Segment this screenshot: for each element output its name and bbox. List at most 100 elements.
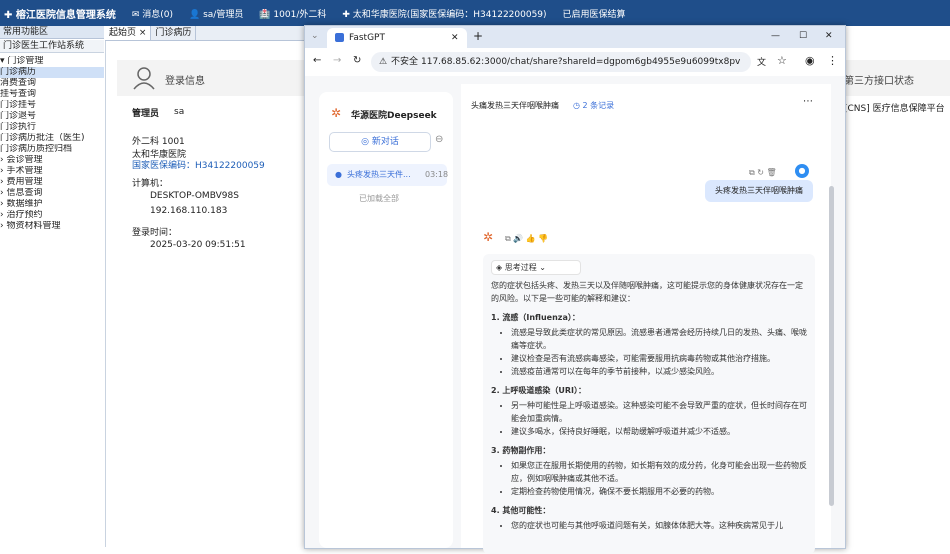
thinking-toggle[interactable]: ◈ 思考过程 ⌄: [491, 260, 581, 275]
record-count: 2 条记录: [582, 101, 615, 110]
history-item-title: 头疼发热三天件...: [347, 170, 411, 179]
computer-label: 计算机：: [132, 179, 169, 189]
host-tab-bar: 起始页 × 门诊病历: [105, 26, 305, 41]
browser-tab[interactable]: FastGPT ✕: [327, 28, 467, 48]
tree-node-record-annotation[interactable]: 门诊病历批注（医生): [0, 133, 104, 144]
section-list: 如果您正在服用长期使用的药物，如长期有效的成分药，化身可能会出现一些药物反应，例…: [491, 459, 807, 498]
admin-label: 管理员: [132, 109, 160, 119]
record-count-badge[interactable]: ◷ 2 条记录: [573, 100, 614, 111]
section-item: 建议多喝水，保持良好睡眠，以帮助缓解呼吸道并减少不适感。: [511, 425, 807, 438]
more-menu-icon[interactable]: ⋮: [827, 54, 838, 67]
tree-node-consumption-query[interactable]: 消费查询: [0, 78, 104, 89]
window-close-button[interactable]: ✕: [825, 31, 833, 41]
third-party-title: 第三方接口状态: [844, 76, 914, 87]
tree-node-cancel-registration[interactable]: 门诊退号: [0, 111, 104, 122]
tree-node-outpatient[interactable]: ▾ 门诊管理: [0, 56, 104, 67]
chat-scrollbar[interactable]: [829, 186, 834, 506]
section-item: 流感是导致此类症状的常见原因。流感患者通常会经历持续几日的发热、头痛、喉咙痛等症…: [511, 326, 807, 352]
section-title: 4. 其他可能性：: [491, 506, 551, 515]
ip-address: 192.168.110.183: [150, 206, 228, 216]
clock-icon: ◷: [573, 101, 583, 110]
top-item-messages[interactable]: ✉ 消息(0): [132, 7, 173, 20]
conversation-menu-icon[interactable]: ⋯: [803, 96, 813, 107]
tree-node-execution[interactable]: 门诊执行: [0, 122, 104, 133]
third-party-header: 第三方接口状态: [840, 60, 950, 96]
ai-avatar-icon: ✲: [483, 230, 494, 244]
history-item-time: 03:18: [425, 170, 449, 179]
tab-close-icon[interactable]: ✕: [451, 28, 459, 48]
user-icon: [133, 67, 155, 90]
section-item: 如果您正在服用长期使用的药物，如长期有效的成分药，化身可能会出现一些药物反应，例…: [511, 459, 807, 485]
chat-sidebar: ✲ 华源医院Deepseek ◎ 新对话 ⊖ ● 头疼发热三天件... 03:1…: [319, 92, 453, 548]
tree-node-registration[interactable]: 门诊挂号: [0, 100, 104, 111]
translate-icon[interactable]: 文: [757, 55, 766, 68]
new-chat-button[interactable]: ◎ 新对话: [329, 132, 431, 152]
new-tab-plus-icon[interactable]: +: [473, 29, 483, 43]
warning-icon[interactable]: ⚠: [379, 52, 387, 72]
section-title: 1. 流感（Influenza）：: [491, 313, 580, 322]
section-item: 建议检查是否有流感病毒感染，可能需要服用抗病毒药物或其他治疗措施。: [511, 352, 807, 365]
user-avatar-icon: ●: [795, 164, 809, 178]
top-item-insurance-status: 已启用医保结算: [562, 9, 626, 20]
back-arrow-icon[interactable]: ←: [313, 55, 321, 66]
copy-icon[interactable]: ⧉ ↻ 🗑: [749, 168, 777, 178]
login-info-title: 登录信息: [165, 76, 205, 87]
thinking-chevron-icon: ⌄: [536, 263, 546, 272]
tree-node-fees[interactable]: › 费用管理: [0, 177, 104, 188]
tab-outpatient-record[interactable]: 门诊病历: [151, 26, 197, 40]
fastgpt-content: ✲ 华源医院Deepseek ◎ 新对话 ⊖ ● 头疼发热三天件... 03:1…: [305, 76, 845, 554]
section-item: 定期检查药物使用情况，确保不要长期服用不必要的药物。: [511, 485, 807, 498]
user-message-bubble: 头疼发热三天伴咽喉肿痛: [705, 180, 813, 202]
browser-tab-bar: ⌄ FastGPT ✕ + — ☐ ✕: [305, 26, 845, 48]
ai-answer-block: ◈ 思考过程 ⌄ 您的症状包括头疼、发热三天以及伴随咽喉肿痛，这可能提示您的身体…: [483, 254, 815, 554]
bookmark-star-icon[interactable]: ☆: [777, 54, 787, 67]
answer-actions-icon[interactable]: ⧉ 🔊 👍 👎: [505, 234, 548, 244]
thinking-label: 思考过程: [504, 263, 537, 272]
section-list: 您的症状也可能与其他呼吸道问题有关，如腺体体肥大等。这种疾病常见于儿: [491, 519, 807, 532]
tree-node-registration-query[interactable]: 挂号查询: [0, 89, 104, 100]
deepseek-logo-icon: ✲: [331, 106, 342, 120]
history-item[interactable]: ● 头疼发热三天件... 03:18: [327, 164, 449, 186]
chat-panel: 头痛发热三天伴咽喉肿痛 ◷ 2 条记录 ⋯ ⧉ ↻ 🗑 ● 头疼发热三天伴咽喉肿…: [461, 84, 831, 554]
tree-node-data-maintenance[interactable]: › 数据维护: [0, 199, 104, 210]
window-maximize-button[interactable]: ☐: [799, 31, 807, 41]
login-time: 2025-03-20 09:51:51: [150, 240, 246, 250]
tree-node-info-query[interactable]: › 信息查询: [0, 188, 104, 199]
tab-list-chevron-icon[interactable]: ⌄: [311, 31, 319, 41]
left-panel-system[interactable]: 门诊医生工作站系统: [0, 40, 104, 53]
clear-history-icon[interactable]: ⊖: [435, 134, 443, 145]
chat-app-name: 华源医院Deepseek: [351, 111, 437, 121]
browser-tab-title: FastGPT: [349, 33, 385, 43]
section-item: 流感疫苗通常可以在每年的季节前接种，以减少感染风险。: [511, 365, 807, 378]
chat-bubble-icon: ◎: [361, 137, 372, 147]
section-item: 另一种可能性是上呼吸道感染。这种感染可能不会导致严重的症状，但长时间存在可能会加…: [511, 399, 807, 425]
top-item-dept[interactable]: 🏥 1001/外二科: [259, 7, 326, 20]
top-item-user[interactable]: 👤 sa/管理员: [189, 7, 243, 20]
login-time-label: 登录时间：: [132, 228, 178, 238]
url-field[interactable]: ⚠ 不安全 117.68.85.62:3000/chat/share?share…: [371, 52, 751, 72]
tree-node-outpatient-record[interactable]: 门诊病历: [0, 67, 104, 78]
section-list: 流感是导致此类症状的常见原因。流感患者通常会经历持续几日的发热、头痛、喉咙痛等症…: [491, 326, 807, 378]
app-title: ✚ 榕江医院信息管理系统: [4, 9, 116, 21]
forward-arrow-icon[interactable]: →: [333, 55, 341, 66]
tree-node-record-archive[interactable]: 门诊病历质控归档: [0, 144, 104, 155]
section-item: 您的症状也可能与其他呼吸道问题有关，如腺体体肥大等。这种疾病常见于儿: [511, 519, 807, 532]
login-info-header: 登录信息: [117, 60, 307, 96]
section-list: 另一种可能性是上呼吸道感染。这种感染可能不会导致严重的症状，但长时间存在可能会加…: [491, 399, 807, 438]
dept-line: 外二科 1001: [132, 137, 185, 147]
tree-node-consultation[interactable]: › 会诊管理: [0, 155, 104, 166]
top-item-hospital[interactable]: ✚ 太和华康医院(国家医保编码：H34122200059): [342, 7, 546, 20]
computer-name: DESKTOP-OMBV98S: [150, 191, 239, 201]
reload-icon[interactable]: ↻: [353, 55, 361, 66]
tree-node-materials[interactable]: › 物资材料管理: [0, 221, 104, 232]
tab-home[interactable]: 起始页 ×: [105, 26, 152, 40]
insurance-code: 国家医保编码：H34122200059: [132, 161, 265, 171]
tree-node-treatment-booking[interactable]: › 治疗预约: [0, 210, 104, 221]
conversation-title: 头痛发热三天伴咽喉肿痛: [471, 101, 559, 110]
tree-node-surgery[interactable]: › 手术管理: [0, 166, 104, 177]
profile-icon[interactable]: ◉: [805, 54, 815, 67]
history-dot-icon: ●: [335, 170, 342, 179]
window-minimize-button[interactable]: —: [771, 31, 780, 41]
insecure-label: 不安全: [391, 57, 419, 67]
section-title: 3. 药物副作用：: [491, 446, 551, 455]
